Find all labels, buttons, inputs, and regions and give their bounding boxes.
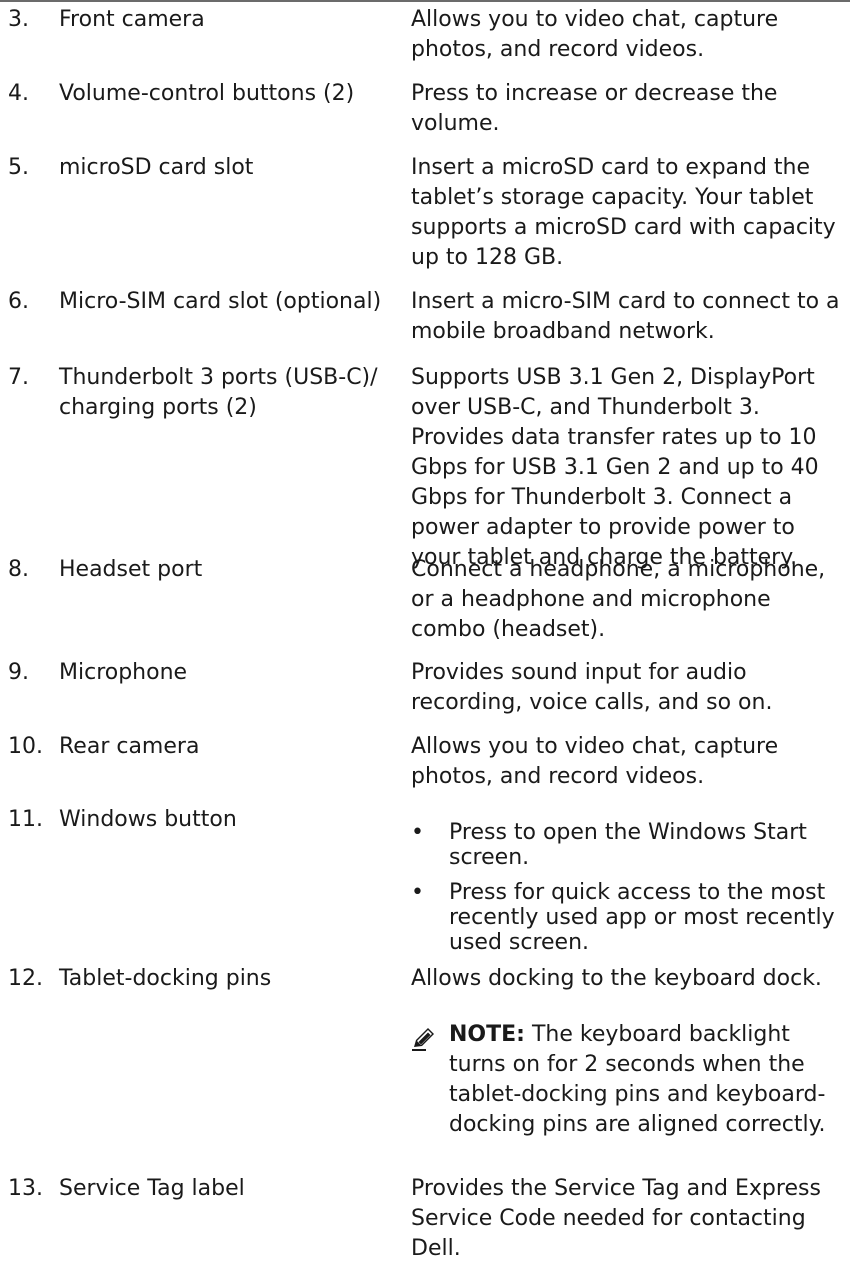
component-name: Front camera [59, 7, 205, 32]
row-number: 9. [8, 660, 29, 685]
component-name: Micro-SIM card slot (optional) [59, 289, 382, 314]
bullet-text: Press for quick access to the most recen… [449, 880, 835, 955]
component-description: Allows docking to the keyboard dock. [411, 966, 822, 991]
row-number: 4. [8, 81, 29, 106]
bullet-text: Press to open the Windows Start screen. [449, 820, 807, 870]
component-name: Thunderbolt 3 ports (USB-C)/ charging po… [59, 365, 378, 420]
pencil-note-icon [411, 1026, 437, 1052]
component-description: Supports USB 3.1 Gen 2, DisplayPort over… [411, 365, 819, 570]
component-description: Insert a microSD card to expand the tabl… [411, 155, 836, 270]
component-description: Provides sound input for audio recording… [411, 660, 773, 715]
note-label: NOTE: [449, 1022, 525, 1047]
component-name: Rear camera [59, 734, 200, 759]
row-number: 11. [8, 807, 43, 832]
component-description: Connect a headphone, a microphone, or a … [411, 557, 826, 642]
row-number: 3. [8, 7, 29, 32]
bullet-glyph: • [411, 820, 424, 845]
list-item: • Press to open the Windows Start screen… [411, 820, 847, 870]
component-description: Press to increase or decrease the volume… [411, 81, 778, 136]
top-rule [0, 0, 850, 2]
component-description: Insert a micro-SIM card to connect to a … [411, 289, 840, 344]
component-name: Windows button [59, 807, 237, 832]
list-item: • Press for quick access to the most rec… [411, 880, 847, 955]
row-number: 7. [8, 365, 29, 390]
row-number: 5. [8, 155, 29, 180]
bullet-list: • Press to open the Windows Start screen… [411, 820, 847, 955]
note-body: NOTE: The keyboard backlight turns on fo… [449, 1020, 849, 1140]
bullet-glyph: • [411, 880, 424, 905]
component-description: Allows you to video chat, capture photos… [411, 7, 779, 62]
row-number: 10. [8, 734, 43, 759]
component-name: Volume-control buttons (2) [59, 81, 355, 106]
component-description: Provides the Service Tag and Express Ser… [411, 1176, 821, 1261]
component-description: Allows you to video chat, capture photos… [411, 734, 779, 789]
row-number: 6. [8, 289, 29, 314]
component-name: Tablet-docking pins [59, 966, 272, 991]
component-name: Service Tag label [59, 1176, 245, 1201]
component-name: microSD card slot [59, 155, 254, 180]
component-name: Headset port [59, 557, 203, 582]
row-number: 12. [8, 966, 43, 991]
row-number: 8. [8, 557, 29, 582]
component-name: Microphone [59, 660, 188, 685]
row-number: 13. [8, 1176, 43, 1201]
